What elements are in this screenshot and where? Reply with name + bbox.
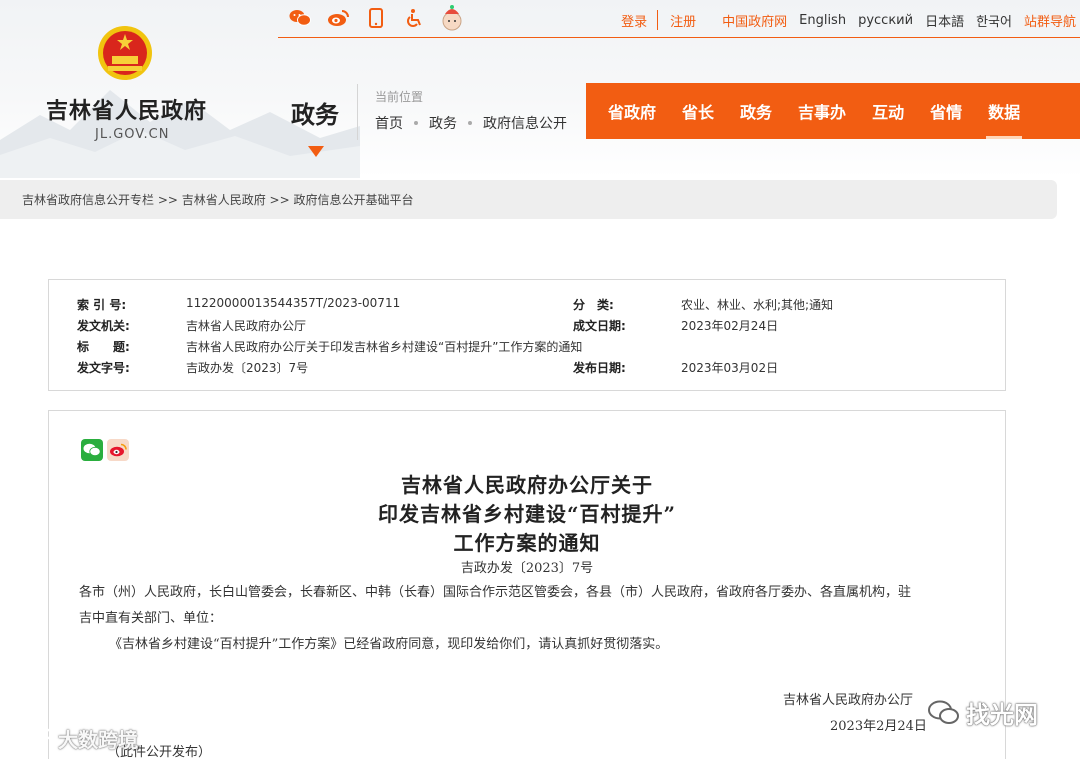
russian-link[interactable]: русский (858, 13, 913, 28)
nav-governor[interactable]: 省长 (682, 83, 714, 139)
breadcrumb[interactable]: 吉林省政府信息公开专栏 >> 吉林省人民政府 >> 政府信息公开基础平台 (0, 180, 1057, 219)
china-gov-link[interactable]: 中国政府网 (722, 11, 787, 30)
written-date-value: 2023年02月24日 (681, 319, 779, 333)
weibo-icon[interactable] (326, 6, 350, 30)
addressees-line-2: 吉中直有关部门、单位： (79, 611, 223, 626)
register-link[interactable]: 注册 (670, 11, 696, 30)
crumb-affairs[interactable]: 政务 (429, 113, 457, 133)
site-header: 吉林省人民政府 JL.GOV.CN 政务 当前位置 首页 政务 政府信息公开 登… (0, 0, 1080, 178)
document-share-icons (81, 439, 133, 461)
main-nav: 省政府 省长 政务 吉事办 互动 省情 数据 (586, 83, 1080, 139)
document-addressees: 各市（州）人民政府，长白山管委会，长春新区、中韩（长春）国际合作示范区管委会，各… (79, 580, 979, 632)
accessibility-icon[interactable] (402, 6, 426, 30)
nav-interaction[interactable]: 互动 (872, 83, 904, 139)
nav-affairs[interactable]: 政务 (740, 83, 772, 139)
location-breadcrumb: 首页 政务 政府信息公开 (375, 113, 567, 133)
nav-provincial-government[interactable]: 省政府 (608, 83, 656, 139)
header-divider (357, 84, 358, 140)
site-domain: JL.GOV.CN (95, 127, 170, 142)
nav-province-info[interactable]: 省情 (930, 83, 962, 139)
watermark-wechat-icon (928, 700, 959, 724)
sitemap-link[interactable]: 站群导航 (1024, 11, 1076, 30)
document-meta-box: 索 引 号: 11220000013544357T/2023-00711 分 类… (48, 279, 1006, 391)
category-value: 农业、林业、水利;其他;通知 (681, 298, 834, 312)
mobile-icon[interactable] (364, 6, 388, 30)
national-emblem-icon[interactable] (96, 24, 154, 82)
mascot-icon[interactable] (440, 5, 464, 31)
document-title-line-1: 吉林省人民政府办公厅关于 (401, 473, 653, 497)
document-content: 吉林省人民政府办公厅关于 印发吉林省乡村建设“百村提升” 工作方案的通知 吉政办… (48, 410, 1006, 759)
title-value: 吉林省人民政府办公厅关于印发吉林省乡村建设“百村提升”工作方案的通知 (186, 340, 583, 354)
document-title-line-2: 印发吉林省乡村建设“百村提升” (377, 502, 676, 526)
weibo-share-icon[interactable] (107, 439, 129, 461)
english-link[interactable]: English (799, 13, 846, 28)
written-date-label: 成文日期: (573, 319, 626, 333)
watermark-left-text: 大数跨境 (58, 728, 138, 752)
document-signature: 吉林省人民政府办公厅 (783, 693, 914, 708)
publish-date-value: 2023年03月02日 (681, 361, 779, 375)
wechat-icon[interactable] (288, 6, 312, 30)
doc-number-label: 发文字号: (77, 361, 130, 375)
korean-link[interactable]: 한국어 (976, 11, 1012, 30)
section-arrow-icon (308, 146, 324, 157)
crumb-info-disclosure[interactable]: 政府信息公开 (483, 113, 567, 133)
watermark-right: 找光网 (928, 695, 1038, 730)
document-date: 2023年2月24日 (830, 719, 927, 734)
category-label: 分 类: (573, 298, 614, 312)
top-rule (278, 37, 1080, 38)
section-title: 政务 (291, 101, 339, 129)
nav-data[interactable]: 数据 (986, 83, 1023, 139)
index-value: 11220000013544357T/2023-00711 (186, 296, 401, 310)
location-label: 当前位置 (375, 90, 424, 104)
issuer-value: 吉林省人民政府办公厅 (186, 319, 307, 333)
document-title-line-3: 工作方案的通知 (453, 531, 601, 555)
watermark-logo-icon (8, 728, 54, 749)
index-label: 索 引 号: (77, 298, 127, 312)
document-number: 吉政办发〔2023〕7号 (460, 561, 594, 576)
header-share-icons (288, 5, 478, 31)
crumb-home[interactable]: 首页 (375, 113, 403, 133)
issuer-label: 发文机关: (77, 319, 130, 333)
doc-number-value: 吉政办发〔2023〕7号 (186, 361, 309, 375)
addressees-line-1: 各市（州）人民政府，长白山管委会，长春新区、中韩（长春）国际合作示范区管委会，各… (79, 585, 912, 600)
japanese-link[interactable]: 日本語 (925, 11, 964, 30)
site-name[interactable]: 吉林省人民政府 (46, 93, 207, 125)
publish-date-label: 发布日期: (573, 361, 626, 375)
login-link[interactable]: 登录 (621, 11, 647, 30)
crumb-separator (414, 121, 418, 125)
watermark-left: 大数跨境 (8, 724, 138, 753)
login-register-divider (657, 10, 659, 30)
watermark-right-text: 找光网 (966, 701, 1038, 729)
title-label: 标 题: (77, 340, 130, 354)
crumb-separator (468, 121, 472, 125)
top-links: 登录 注册 中国政府网 English русский 日本語 한국어 站群导航 (609, 10, 1076, 30)
wechat-share-icon[interactable] (81, 439, 103, 461)
nav-jishiban[interactable]: 吉事办 (798, 83, 846, 139)
document-body: 《吉林省乡村建设“百村提升”工作方案》已经省政府同意，现印发给你们，请认真抓好贯… (109, 637, 669, 652)
